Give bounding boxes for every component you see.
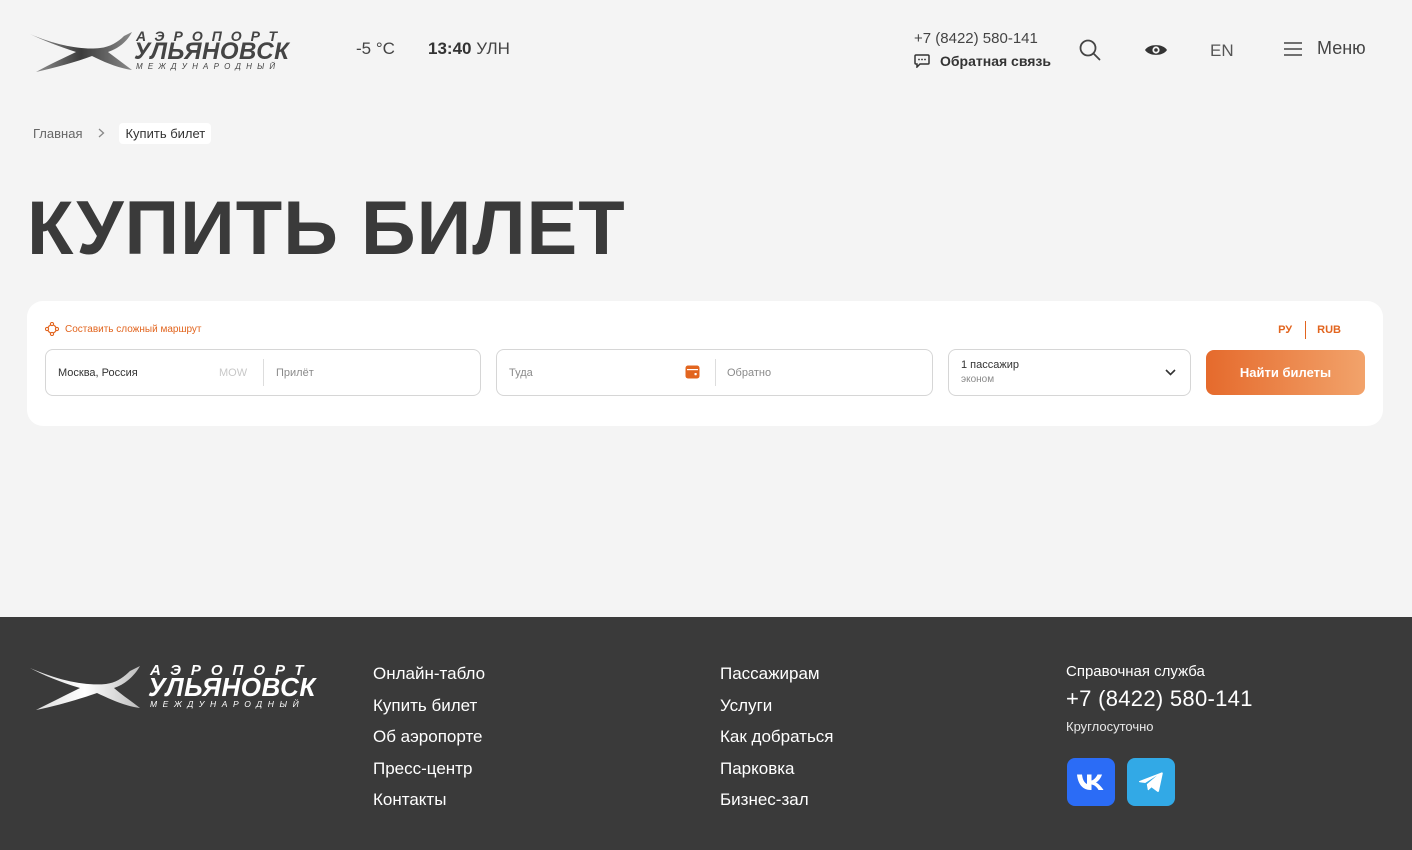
- passengers-select[interactable]: 1 пассажир эконом: [948, 349, 1191, 396]
- footer-logo[interactable]: АЭРОПОРТ УЛЬЯНОВСК МЕЖДУНАРОДНЫЙ: [28, 662, 328, 714]
- local-time: 13:40 УЛН: [428, 39, 510, 59]
- logo-line3: МЕЖДУНАРОДНЫЙ: [136, 62, 281, 71]
- plane-logo-icon: [30, 32, 132, 72]
- footer-link-press[interactable]: Пресс-центр: [373, 759, 485, 780]
- route-icon: [45, 322, 59, 336]
- time-value: 13:40: [428, 39, 472, 58]
- footer-link-online-board[interactable]: Онлайн-табло: [373, 664, 485, 685]
- chevron-down-icon: [1165, 369, 1176, 376]
- divider: [1305, 321, 1307, 339]
- currency-switch[interactable]: RUB: [1317, 324, 1341, 336]
- help-hours: Круглосуточно: [1066, 719, 1154, 734]
- departure-value: Москва, Россия: [58, 366, 138, 379]
- weather-temp: -5 °C: [356, 39, 395, 58]
- return-date-input[interactable]: Обратно: [727, 350, 922, 395]
- telegram-button[interactable]: [1127, 758, 1175, 806]
- ticket-search-form: Составить сложный маршрут РУ RUB Москва,…: [27, 301, 1383, 426]
- breadcrumb: Главная Купить билет: [33, 123, 212, 144]
- header-phone[interactable]: +7 (8422) 580-141: [914, 30, 1038, 47]
- footer-nav-services: Пассажирам Услуги Как добраться Парковка…: [720, 664, 834, 811]
- divider: [715, 359, 716, 386]
- hamburger-icon: [1284, 41, 1302, 56]
- help-phone[interactable]: +7 (8422) 580-141: [1066, 686, 1253, 712]
- feedback-label: Обратная связь: [940, 53, 1051, 69]
- footer-link-contacts[interactable]: Контакты: [373, 790, 485, 811]
- footer-link-buy-ticket[interactable]: Купить билет: [373, 696, 485, 717]
- footer-nav-main: Онлайн-табло Купить билет Об аэропорте П…: [373, 664, 485, 811]
- chevron-right-icon: [98, 126, 105, 141]
- accessibility-button[interactable]: [1144, 38, 1168, 62]
- route-field: Москва, Россия MOW Прилёт: [45, 349, 481, 396]
- help-title: Справочная служба: [1066, 663, 1205, 680]
- chat-icon: [914, 54, 930, 68]
- telegram-icon: [1138, 772, 1163, 792]
- departure-input[interactable]: Москва, Россия MOW: [58, 350, 248, 395]
- eye-icon: [1145, 45, 1167, 55]
- menu-label: Меню: [1317, 38, 1366, 58]
- logo-line3: МЕЖДУНАРОДНЫЙ: [150, 699, 305, 709]
- vk-button[interactable]: [1067, 758, 1115, 806]
- help-desk: Справочная служба +7 (8422) 580-141 Круг…: [1066, 663, 1253, 734]
- footer-link-services[interactable]: Услуги: [720, 696, 834, 717]
- footer-link-passengers[interactable]: Пассажирам: [720, 664, 834, 685]
- departure-code: MOW: [219, 366, 248, 379]
- dates-field: Туда Обратно: [496, 349, 933, 396]
- vk-icon: [1077, 774, 1104, 790]
- feedback-link[interactable]: Обратная связь: [914, 53, 1051, 69]
- footer-link-directions[interactable]: Как добраться: [720, 727, 834, 748]
- footer-link-about[interactable]: Об аэропорте: [373, 727, 485, 748]
- footer-link-business-lounge[interactable]: Бизнес-зал: [720, 790, 834, 811]
- complex-route-label: Составить сложный маршрут: [65, 323, 202, 335]
- arrival-placeholder: Прилёт: [276, 366, 314, 379]
- depart-date-placeholder: Туда: [509, 366, 533, 379]
- airport-logo[interactable]: АЭРОПОРТ УЛЬЯНОВСК МЕЖДУНАРОДНЫЙ: [28, 28, 298, 76]
- locale-currency: РУ RUB: [1278, 321, 1341, 339]
- plane-logo-icon: [30, 666, 140, 710]
- breadcrumb-current: Купить билет: [119, 123, 212, 144]
- site-footer: АЭРОПОРТ УЛЬЯНОВСК МЕЖДУНАРОДНЫЙ Онлайн-…: [0, 617, 1412, 850]
- search-icon: [1079, 39, 1101, 61]
- menu-button[interactable]: Меню: [1283, 38, 1366, 59]
- divider: [263, 359, 264, 386]
- arrival-input[interactable]: Прилёт: [276, 350, 466, 395]
- search-button[interactable]: [1078, 38, 1102, 62]
- return-date-placeholder: Обратно: [727, 366, 772, 379]
- footer-link-parking[interactable]: Парковка: [720, 759, 834, 780]
- timezone-label: УЛН: [476, 39, 510, 58]
- calendar-icon[interactable]: [685, 364, 700, 384]
- find-tickets-button[interactable]: Найти билеты: [1206, 350, 1365, 395]
- locale-switch[interactable]: РУ: [1278, 324, 1292, 336]
- depart-date-input[interactable]: Туда: [509, 350, 704, 395]
- complex-route-link[interactable]: Составить сложный маршрут: [45, 322, 202, 336]
- language-switch[interactable]: EN: [1210, 41, 1234, 61]
- site-header: АЭРОПОРТ УЛЬЯНОВСК МЕЖДУНАРОДНЫЙ -5 °C 1…: [0, 0, 1412, 100]
- cabin-class-value: эконом: [961, 374, 995, 385]
- passengers-value: 1 пассажир: [961, 359, 1019, 371]
- breadcrumb-home[interactable]: Главная: [33, 126, 82, 141]
- page-title: КУПИТЬ БИЛЕТ: [27, 186, 626, 271]
